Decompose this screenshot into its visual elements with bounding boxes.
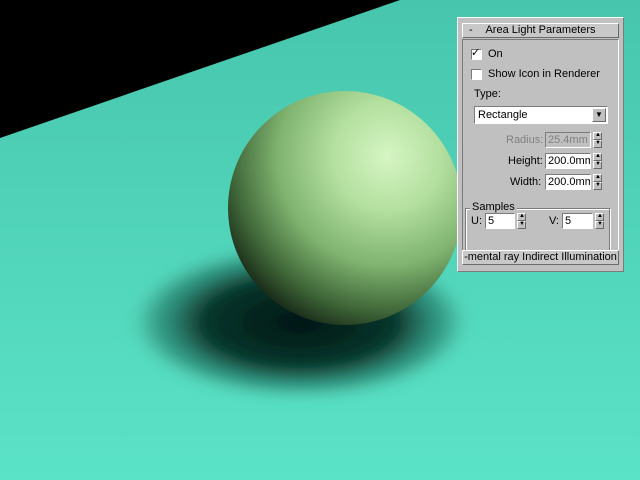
samples-v-spinner[interactable]: ▲ ▼ [595, 213, 604, 229]
sphere [228, 91, 462, 325]
radius-label: Radius: [506, 134, 544, 146]
height-label: Height: [508, 155, 543, 167]
height-spinner[interactable]: ▲ ▼ [593, 153, 602, 169]
spinner-down-icon: ▼ [519, 221, 525, 227]
samples-v-label: V: [549, 215, 559, 227]
samples-v-input[interactable]: 5 [562, 213, 593, 229]
rollout-header-area-light[interactable]: - Area Light Parameters [462, 23, 619, 38]
rollout-header-indirect-illumination[interactable]: -mental ray Indirect Illumination [462, 250, 619, 265]
show-icon-checkbox[interactable] [471, 69, 482, 80]
width-input[interactable]: 200.0mm [545, 174, 591, 190]
samples-u-label: U: [471, 215, 482, 227]
type-dropdown[interactable]: Rectangle ▼ [474, 106, 608, 124]
show-icon-label: Show Icon in Renderer [488, 68, 600, 80]
spinner-down-icon: ▼ [595, 182, 601, 188]
height-input[interactable]: 200.0mm [545, 153, 591, 169]
width-label: Width: [510, 176, 542, 188]
type-label: Type: [474, 88, 501, 100]
spinner-down-icon: ▼ [595, 161, 601, 167]
chevron-down-icon: ▼ [595, 110, 603, 119]
dropdown-button[interactable]: ▼ [592, 108, 606, 122]
spinner-down-icon: ▼ [595, 140, 601, 146]
samples-u-spinner[interactable]: ▲ ▼ [517, 213, 526, 229]
radius-input: 25.4mm [545, 132, 591, 148]
on-label: On [488, 48, 503, 60]
on-checkbox[interactable]: ✓ [471, 47, 482, 60]
type-value: Rectangle [478, 109, 528, 121]
spinner-down-icon: ▼ [597, 221, 603, 227]
rollout-title: Area Light Parameters [485, 24, 596, 36]
samples-u-input[interactable]: 5 [485, 213, 515, 229]
checkmark-icon: ✓ [471, 47, 481, 59]
radius-spinner: ▲ ▼ [593, 132, 602, 148]
area-light-parameters-panel: - Area Light Parameters ✓ On Show Icon i… [457, 17, 624, 272]
width-spinner[interactable]: ▲ ▼ [593, 174, 602, 190]
